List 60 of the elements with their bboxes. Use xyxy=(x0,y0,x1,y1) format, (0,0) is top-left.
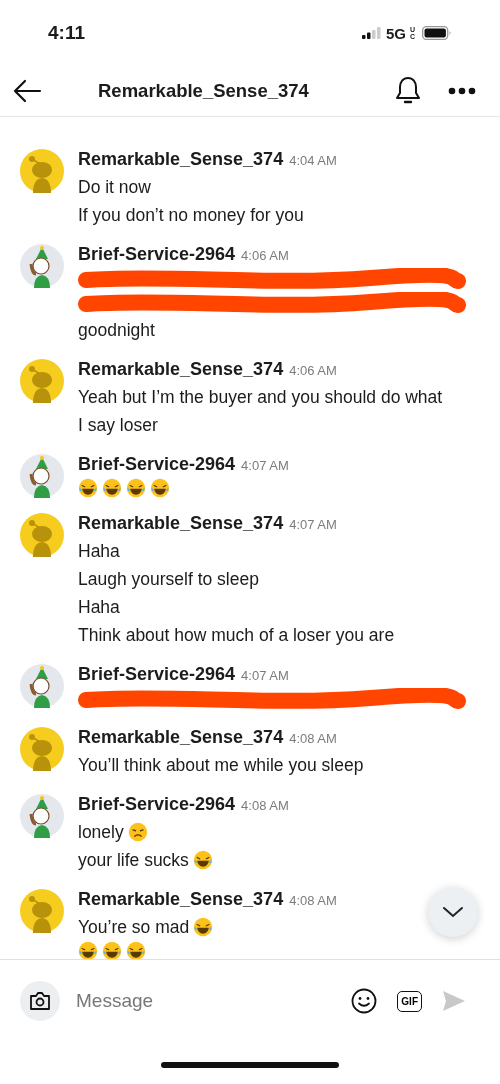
laughing-face-icon xyxy=(193,917,214,937)
network-label: 5G xyxy=(386,24,406,42)
message-text: Do it now xyxy=(78,176,151,199)
message-time: 4:06 AM xyxy=(289,363,337,378)
message-time: 4:07 AM xyxy=(241,668,289,683)
status-time: 4:11 xyxy=(48,22,85,44)
message-text: your life sucks xyxy=(78,849,189,872)
gif-button[interactable]: GIF xyxy=(397,990,422,1012)
avatar-icon[interactable] xyxy=(20,149,64,193)
author-name[interactable]: Remarkable_Sense_374 xyxy=(78,513,284,534)
message-time: 4:06 AM xyxy=(241,248,289,263)
laughing-face-icon xyxy=(78,941,98,959)
message-text: You’re so mad xyxy=(78,916,190,939)
avatar-icon[interactable] xyxy=(20,889,64,933)
message-text: If you don’t no money for you xyxy=(78,204,304,227)
message-text: goodnight xyxy=(78,319,155,342)
laughing-face-icon xyxy=(126,941,146,959)
message-time: 4:07 AM xyxy=(241,458,289,473)
camera-icon xyxy=(29,992,51,1010)
message-time: 4:08 AM xyxy=(241,798,289,813)
chat-title: Remarkable_Sense_374 xyxy=(97,80,310,102)
author-name[interactable]: Remarkable_Sense_374 xyxy=(78,727,284,748)
author-name[interactable]: Remarkable_Sense_374 xyxy=(78,889,284,910)
message-text: You’ll think about me while you sleep xyxy=(78,754,364,777)
chevron-down-icon xyxy=(442,905,464,919)
message-text: lonely xyxy=(78,821,124,844)
camera-button[interactable] xyxy=(20,981,60,1021)
more-options-button[interactable] xyxy=(446,85,478,97)
author-name[interactable]: Remarkable_Sense_374 xyxy=(78,149,284,170)
author-name[interactable]: Remarkable_Sense_374 xyxy=(78,359,284,380)
message-text: Yeah but I’m the buyer and you should do what I say loser xyxy=(78,386,444,437)
avatar-icon[interactable] xyxy=(20,454,64,498)
avatar-icon[interactable] xyxy=(20,794,64,838)
sad-face-icon xyxy=(127,822,148,842)
message-text: Haha xyxy=(78,540,120,563)
avatar-icon[interactable] xyxy=(20,244,64,288)
laughing-face-icon xyxy=(102,478,122,498)
message-time: 4:08 AM xyxy=(289,731,337,746)
laughing-face-icon xyxy=(192,850,213,870)
avatar-icon[interactable] xyxy=(20,513,64,557)
message-text: Haha xyxy=(78,596,120,619)
laughing-face-icon xyxy=(150,478,170,498)
laughing-face-icon xyxy=(78,478,98,498)
avatar-icon[interactable] xyxy=(20,727,64,771)
signal-icon xyxy=(362,27,382,39)
scroll-down-button[interactable] xyxy=(428,887,478,937)
author-name[interactable]: Brief-Service-2964 xyxy=(78,244,236,265)
message-time: 4:07 AM xyxy=(289,517,337,532)
message-text: Think about how much of a loser you are xyxy=(78,624,395,647)
laughing-face-icon xyxy=(126,478,146,498)
author-name[interactable]: Brief-Service-2964 xyxy=(78,664,236,685)
message-text: Laugh yourself to sleep xyxy=(78,568,259,591)
laughing-face-icon xyxy=(102,941,122,959)
avatar-icon[interactable] xyxy=(20,664,64,708)
author-name[interactable]: Brief-Service-2964 xyxy=(78,794,236,815)
message-time: 4:08 AM xyxy=(289,893,337,908)
avatar-icon[interactable] xyxy=(20,359,64,403)
author-name[interactable]: Brief-Service-2964 xyxy=(78,454,236,475)
message-input[interactable]: Message xyxy=(74,989,336,1013)
message-time: 4:04 AM xyxy=(289,153,337,168)
